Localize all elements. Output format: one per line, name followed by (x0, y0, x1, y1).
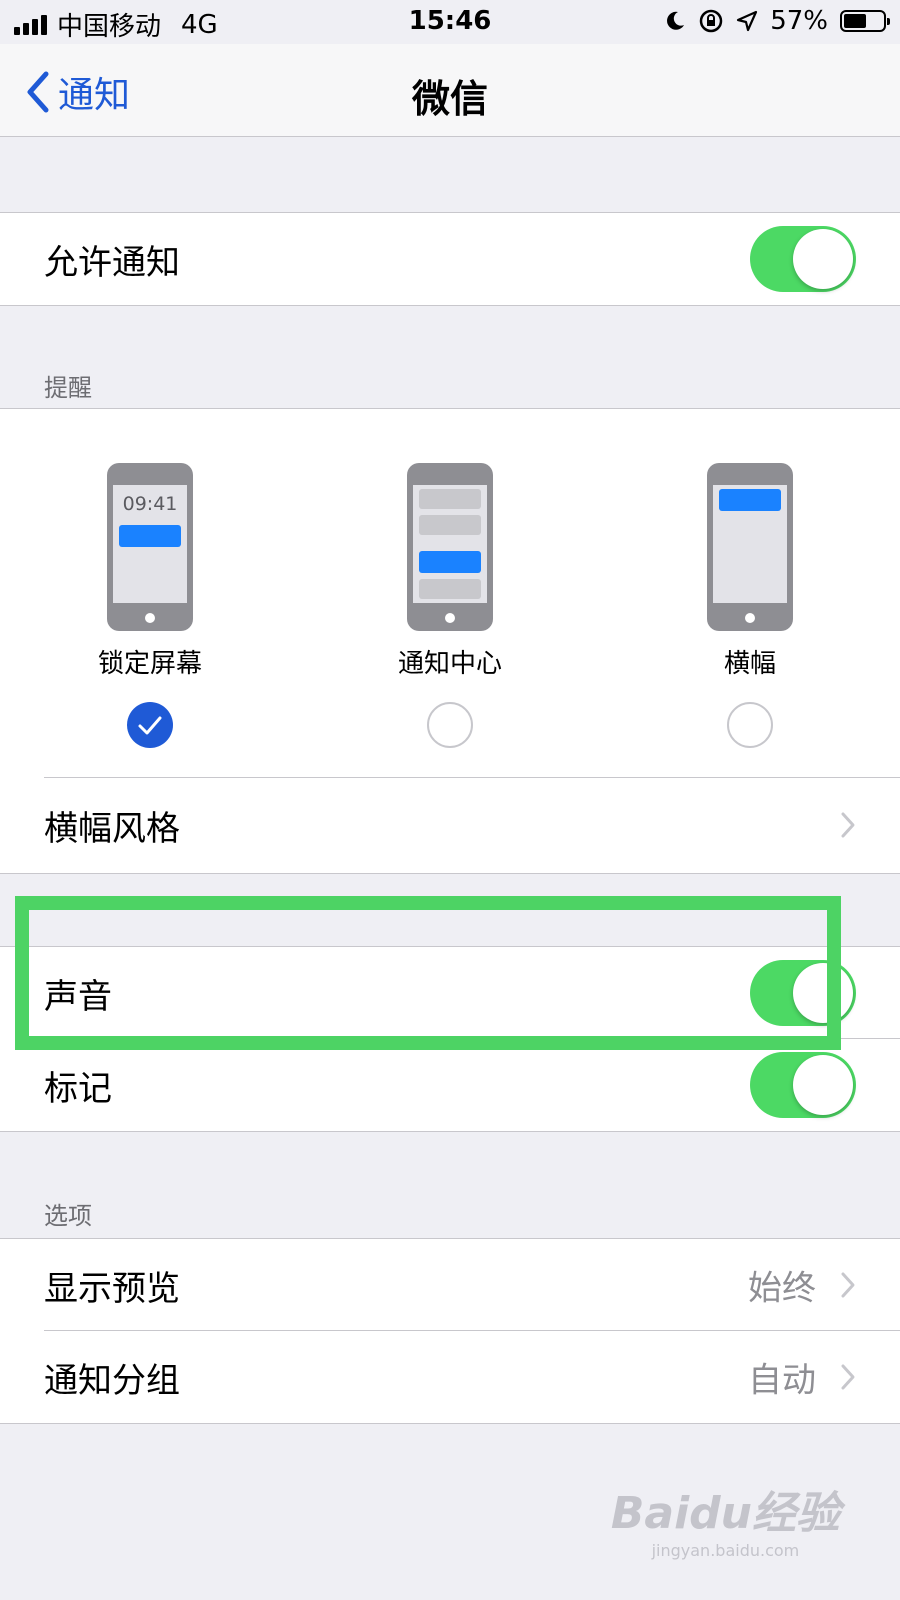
options-group: 显示预览 始终 通知分组 自动 (0, 1238, 900, 1424)
banner-style-label: 横幅风格 (44, 808, 180, 849)
home-button-icon (743, 611, 757, 625)
banner-radio[interactable] (727, 702, 773, 748)
alert-style-banner[interactable]: 横幅 (670, 463, 830, 748)
show-previews-row[interactable]: 显示预览 始终 (0, 1239, 900, 1331)
notification-center-phone-illustration (407, 463, 493, 631)
alert-style-lock-screen[interactable]: 09:41 锁定屏幕 (70, 463, 230, 748)
banner-phone-illustration (707, 463, 793, 631)
notification-bar (119, 525, 181, 547)
chevron-right-icon (841, 1364, 855, 1390)
notification-bar (419, 515, 481, 535)
checkmark-icon (138, 716, 162, 735)
allow-notifications-row: 允许通知 (0, 213, 900, 305)
alert-styles: 09:41 锁定屏幕 通知中心 横幅 (0, 463, 900, 763)
location-icon (737, 10, 758, 32)
options-section-header: 选项 (44, 1202, 92, 1230)
notification-grouping-row[interactable]: 通知分组 自动 (0, 1331, 900, 1423)
phone-time: 09:41 (122, 493, 178, 515)
alert-style-label: 通知中心 (397, 649, 502, 679)
allow-notifications-toggle[interactable] (750, 226, 856, 292)
notification-bar (419, 489, 481, 509)
notification-bar (419, 579, 481, 599)
baidu-watermark: Baidu经验 jingyan.baidu.com (611, 1477, 840, 1560)
toggle-knob (793, 229, 853, 289)
notification-bar (719, 489, 781, 511)
battery-icon (840, 10, 890, 32)
chevron-right-icon (841, 812, 855, 838)
lock-screen-radio[interactable] (127, 702, 173, 748)
battery-percent: 57% (770, 6, 828, 36)
status-bar: 中国移动 4G 15:46 57% (0, 0, 900, 44)
lock-screen-phone-illustration: 09:41 (107, 463, 193, 631)
allow-notifications-group: 允许通知 (0, 212, 900, 306)
alert-style-label: 锁定屏幕 (97, 649, 202, 679)
status-right: 57% (664, 6, 890, 36)
chevron-right-icon (841, 1272, 855, 1298)
alerts-section-header: 提醒 (44, 374, 92, 402)
orientation-lock-icon (699, 9, 723, 33)
allow-notifications-label: 允许通知 (44, 242, 180, 283)
notification-center-radio[interactable] (427, 702, 473, 748)
notification-grouping-value: 自动 (748, 1360, 816, 1401)
badges-label: 标记 (44, 1068, 112, 1109)
home-button-icon (143, 611, 157, 625)
watermark-logo: Baidu经验 (610, 1488, 840, 1539)
badges-toggle[interactable] (750, 1052, 856, 1118)
page-title: 微信 (411, 77, 488, 121)
home-button-icon (443, 611, 457, 625)
phone-screen (713, 485, 787, 603)
phone-screen (413, 485, 487, 603)
highlight-box (15, 896, 841, 1050)
moon-icon (667, 11, 685, 30)
notification-grouping-label: 通知分组 (44, 1360, 180, 1401)
banner-style-row[interactable]: 横幅风格 (0, 779, 900, 871)
phone-screen: 09:41 (113, 485, 187, 603)
alerts-group: 09:41 锁定屏幕 通知中心 横幅 横幅风格 (0, 408, 900, 874)
show-previews-value: 始终 (748, 1268, 816, 1309)
badges-row: 标记 (0, 1039, 900, 1131)
divider (44, 777, 900, 778)
notification-bar (419, 551, 481, 573)
show-previews-label: 显示预览 (44, 1268, 180, 1309)
alert-style-label: 横幅 (723, 649, 776, 679)
nav-bar: 通知 微信 (0, 44, 900, 137)
alert-style-notification-center[interactable]: 通知中心 (370, 463, 530, 748)
watermark-url: jingyan.baidu.com (651, 1541, 800, 1560)
toggle-knob (793, 1055, 853, 1115)
